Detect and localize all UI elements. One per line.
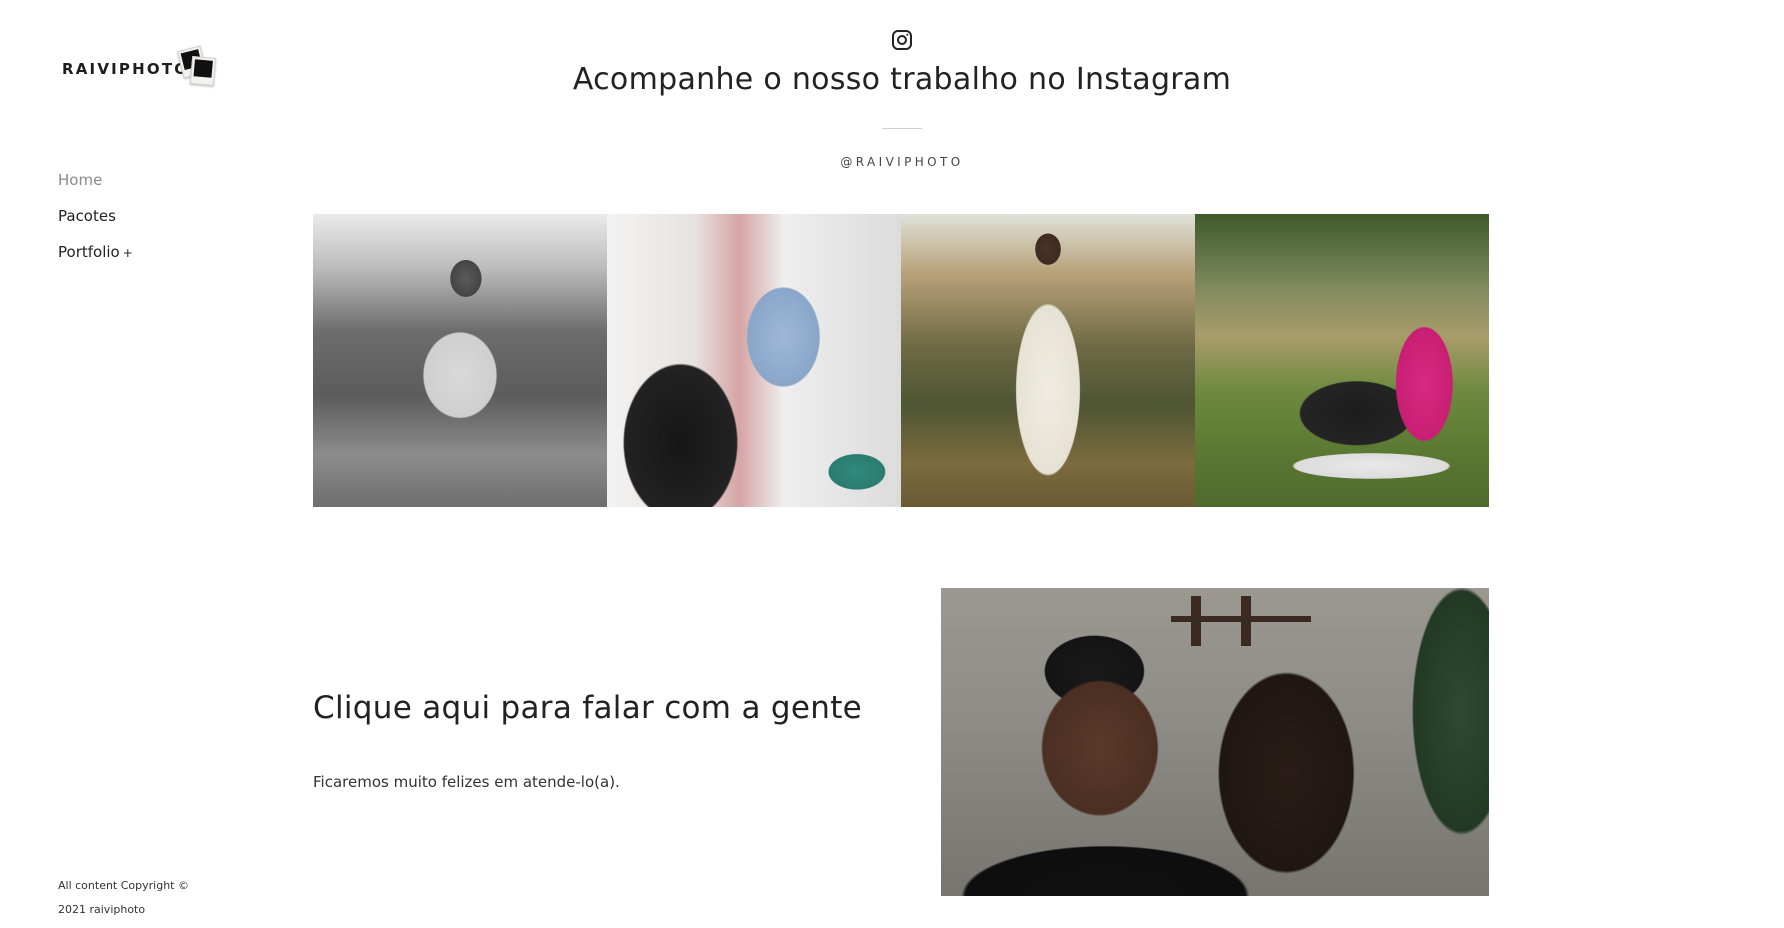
sidebar-nav: Home Pacotes Portfolio + — [58, 170, 133, 279]
copyright: All content Copyright © 2021 raiviphoto — [58, 874, 189, 922]
couple-photo — [941, 588, 1489, 896]
copyright-line-1: All content Copyright © — [58, 879, 189, 892]
nav-item-portfolio[interactable]: Portfolio + — [58, 242, 133, 263]
instagram-section-title: Acompanhe o nosso trabalho no Instagram — [572, 62, 1232, 97]
instagram-photo-grid — [313, 214, 1489, 507]
nav-item-portfolio-label: Portfolio — [58, 243, 120, 261]
expand-plus-icon: + — [122, 246, 133, 260]
instagram-photo-2[interactable] — [607, 214, 901, 507]
title-divider — [882, 128, 922, 129]
nav-item-home[interactable]: Home — [58, 170, 133, 190]
instagram-photo-1[interactable] — [313, 214, 607, 507]
instagram-icon[interactable] — [890, 28, 914, 52]
shelf-decor — [1241, 596, 1251, 646]
contact-subtitle: Ficaremos muito felizes em atende-lo(a). — [313, 773, 620, 791]
instagram-photo-4[interactable] — [1195, 214, 1489, 507]
shelf-decor — [1191, 596, 1201, 646]
contact-link-heading[interactable]: Clique aqui para falar com a gente — [313, 690, 862, 726]
nav-item-pacotes[interactable]: Pacotes — [58, 206, 133, 226]
copyright-line-2: 2021 raiviphoto — [58, 903, 146, 916]
instagram-photo-3[interactable] — [901, 214, 1195, 507]
instagram-handle-link[interactable]: @RAIVIPHOTO — [0, 155, 1784, 169]
